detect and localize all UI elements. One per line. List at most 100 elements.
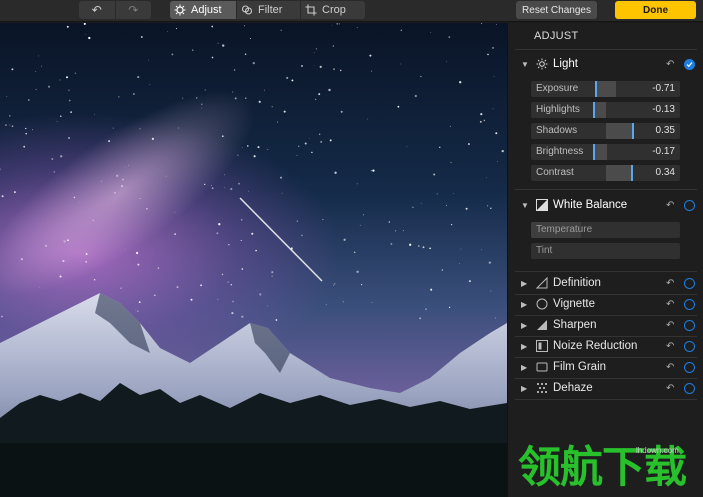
redo-button[interactable]: ↷	[114, 1, 152, 19]
star	[397, 105, 400, 108]
star	[167, 30, 168, 32]
section-enabled-toggle[interactable]	[684, 277, 695, 289]
revert-icon[interactable]: ↶	[666, 200, 674, 211]
star	[20, 258, 24, 261]
divider	[515, 399, 697, 400]
section-enabled-toggle[interactable]	[684, 298, 695, 310]
section-film-grain[interactable]: ▶ Film Grain ↶	[508, 357, 703, 377]
star	[311, 151, 313, 154]
section-noise-reduction[interactable]: ▶ Noize Reduction ↶	[508, 336, 703, 356]
star	[137, 263, 140, 266]
slider-fill	[596, 81, 616, 97]
section-light[interactable]: ▼ Light ↶	[508, 54, 703, 74]
collapsed-triangle-icon: ▶	[521, 383, 528, 393]
section-enabled-toggle[interactable]	[684, 382, 695, 394]
slider-marker	[593, 144, 595, 160]
star	[439, 146, 441, 148]
star	[9, 124, 11, 126]
tab-crop[interactable]: Crop	[300, 1, 365, 19]
star	[253, 155, 256, 158]
undo-button[interactable]: ↶	[79, 1, 115, 19]
tab-adjust[interactable]: Adjust	[170, 1, 236, 19]
revert-icon[interactable]: ↶	[666, 320, 674, 331]
star	[53, 171, 55, 173]
divider	[515, 49, 697, 50]
highlights-slider[interactable]: Highlights -0.13	[531, 102, 680, 118]
star	[334, 283, 336, 285]
divider	[515, 271, 697, 272]
star	[459, 262, 460, 264]
section-definition[interactable]: ▶ Definition ↶	[508, 273, 703, 293]
revert-icon[interactable]: ↶	[666, 59, 674, 70]
star	[353, 251, 356, 254]
star	[242, 147, 243, 148]
section-white-balance[interactable]: ▼ White Balance ↶	[508, 195, 703, 215]
star	[136, 251, 139, 255]
section-enabled-toggle[interactable]	[684, 340, 695, 352]
section-vignette[interactable]: ▶ Vignette ↶	[508, 294, 703, 314]
section-enabled-toggle[interactable]	[684, 319, 695, 331]
star	[112, 127, 114, 129]
section-sharpen[interactable]: ▶ Sharpen ↶	[508, 315, 703, 335]
revert-icon[interactable]: ↶	[666, 362, 674, 373]
revert-icon[interactable]: ↶	[666, 383, 674, 394]
slider-label: Contrast	[536, 167, 574, 178]
star	[93, 278, 96, 281]
revert-icon[interactable]: ↶	[666, 299, 674, 310]
star	[174, 233, 176, 235]
brightness-slider[interactable]: Brightness -0.17	[531, 144, 680, 160]
tab-adjust-label: Adjust	[191, 4, 222, 16]
reset-changes-button[interactable]: Reset Changes	[516, 1, 597, 19]
light-enabled-toggle[interactable]	[684, 58, 695, 70]
star	[329, 139, 332, 142]
star	[319, 65, 322, 69]
star	[200, 284, 203, 287]
star	[35, 71, 37, 72]
star	[38, 55, 40, 57]
star	[479, 120, 482, 123]
star	[222, 135, 224, 137]
star	[108, 140, 111, 143]
tint-slider[interactable]: Tint	[531, 243, 680, 259]
star	[332, 284, 334, 286]
exposure-slider[interactable]: Exposure -0.71	[531, 81, 680, 97]
star	[60, 115, 62, 117]
star	[0, 168, 1, 170]
temperature-slider[interactable]: Temperature	[531, 222, 680, 238]
slider-label: Exposure	[536, 83, 579, 94]
photo-image	[0, 23, 507, 497]
star	[232, 300, 234, 303]
star	[356, 26, 358, 28]
shadows-slider[interactable]: Shadows 0.35	[531, 123, 680, 139]
star	[403, 230, 404, 232]
star	[240, 219, 243, 221]
star	[275, 319, 278, 321]
star	[331, 24, 333, 26]
mode-tabs: Adjust Filter Crop	[170, 1, 365, 19]
star	[276, 121, 278, 123]
star	[333, 68, 335, 71]
star	[315, 48, 318, 50]
star	[221, 273, 224, 276]
section-dehaze[interactable]: ▶ Dehaze ↶	[508, 378, 703, 398]
revert-icon[interactable]: ↶	[666, 278, 674, 289]
star	[121, 185, 123, 188]
star	[62, 259, 65, 263]
star	[216, 232, 219, 235]
contrast-slider[interactable]: Contrast 0.34	[531, 165, 680, 181]
star	[481, 249, 483, 251]
done-button[interactable]: Done	[615, 1, 696, 19]
white-balance-enabled-toggle[interactable]	[684, 199, 695, 211]
star	[244, 25, 245, 27]
revert-icon[interactable]: ↶	[666, 341, 674, 352]
section-enabled-toggle[interactable]	[684, 361, 695, 373]
photo-canvas[interactable]	[0, 23, 507, 497]
star	[234, 97, 237, 100]
star	[182, 97, 184, 99]
star	[420, 75, 422, 78]
star	[134, 309, 136, 311]
slider-label: Brightness	[536, 146, 584, 157]
tab-filter[interactable]: Filter	[236, 1, 300, 19]
expanded-triangle-icon: ▼	[521, 59, 529, 69]
star	[465, 207, 468, 210]
